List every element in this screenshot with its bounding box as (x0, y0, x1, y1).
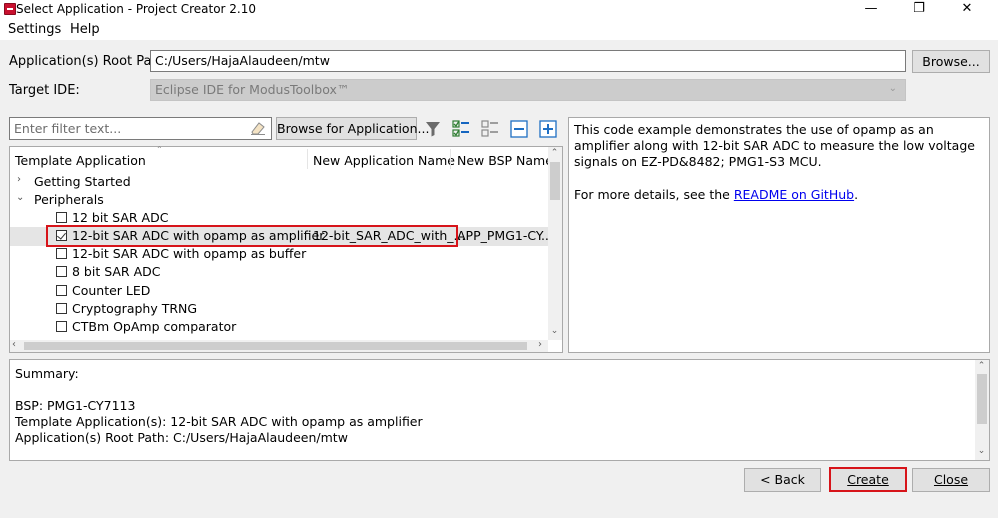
deselect-all-icon[interactable] (480, 119, 500, 139)
app-icon (4, 3, 16, 15)
checkbox[interactable] (56, 303, 67, 314)
menu-settings[interactable]: Settings (8, 22, 61, 37)
close-window-button[interactable]: ✕ (944, 0, 990, 20)
expand-all-icon[interactable] (538, 119, 558, 139)
filter-placeholder: Enter filter text... (14, 121, 122, 136)
browse-button[interactable]: Browse... (912, 50, 990, 73)
description-more: For more details, see the README on GitH… (574, 187, 858, 203)
scroll-down-icon[interactable]: ⌄ (973, 446, 990, 456)
summary-template: Template Application(s): 12-bit SAR ADC … (15, 414, 423, 429)
sort-indicator-icon: ⌃ (156, 145, 163, 154)
checkbox[interactable] (56, 321, 67, 332)
chevron-right-icon[interactable]: › (17, 174, 21, 185)
menu-help[interactable]: Help (70, 22, 100, 37)
description-more-prefix: For more details, see the (574, 187, 734, 202)
minimize-button[interactable]: — (848, 0, 894, 20)
tree-item-label[interactable]: 12 bit SAR ADC (72, 210, 168, 225)
tree-group-getting-started[interactable]: Getting Started (34, 174, 131, 189)
summary-bsp: BSP: PMG1-CY7113 (15, 398, 136, 413)
scrollbar-thumb[interactable] (24, 342, 527, 350)
checkbox[interactable] (56, 248, 67, 259)
highlight-box (46, 225, 458, 247)
checkbox[interactable] (56, 285, 67, 296)
target-ide-select[interactable]: Eclipse IDE for ModusToolbox™ ⌄ (150, 79, 906, 101)
column-separator (307, 149, 308, 169)
scroll-right-icon[interactable]: › (538, 339, 542, 350)
new-bsp-name-cell[interactable]: APP_PMG1-CY... (457, 228, 553, 243)
scroll-left-icon[interactable]: ‹ (12, 339, 16, 350)
summary-root-path: Application(s) Root Path: C:/Users/HajaA… (15, 430, 348, 445)
column-separator (450, 149, 451, 169)
select-all-icon[interactable] (451, 119, 471, 139)
eraser-icon[interactable] (249, 120, 267, 136)
tree-item-label[interactable]: 8 bit SAR ADC (72, 264, 161, 279)
chevron-down-icon: ⌄ (888, 83, 897, 94)
collapse-all-icon[interactable] (509, 119, 529, 139)
readme-link[interactable]: README on GitHub (734, 187, 854, 202)
chevron-down-icon[interactable]: ⌄ (16, 192, 24, 203)
root-path-input[interactable]: C:/Users/HajaAlaudeen/mtw (150, 50, 906, 72)
column-new-application-name[interactable]: New Application Name (313, 153, 455, 168)
tree-item-label[interactable]: Counter LED (72, 283, 150, 298)
checkbox[interactable] (56, 212, 67, 223)
back-button[interactable]: < Back (744, 468, 821, 492)
window-title: Select Application - Project Creator 2.1… (16, 2, 257, 16)
tree-item-label[interactable]: Cryptography TRNG (72, 301, 197, 316)
description-more-suffix: . (854, 187, 859, 202)
filter-input[interactable]: Enter filter text... (9, 117, 272, 140)
column-new-bsp-name[interactable]: New BSP Name (457, 153, 553, 168)
checkbox[interactable] (56, 266, 67, 277)
restore-button[interactable]: ❐ (896, 0, 942, 20)
create-button[interactable]: Create (829, 467, 907, 492)
tree-item-label[interactable]: 12-bit SAR ADC with opamp as buffer (72, 246, 306, 261)
scroll-up-icon[interactable]: ⌃ (546, 148, 563, 158)
scrollbar-thumb[interactable] (550, 162, 560, 200)
tree-group-peripherals[interactable]: Peripherals (34, 192, 104, 207)
menu-bar (0, 20, 998, 40)
target-ide-label: Target IDE: (9, 83, 80, 98)
root-path-label: Application(s) Root Path: (9, 54, 170, 69)
scroll-up-icon[interactable]: ⌃ (973, 361, 990, 371)
scrollbar-thumb[interactable] (977, 374, 987, 424)
filter-icon[interactable] (423, 119, 443, 139)
column-template-application[interactable]: Template Application (15, 153, 146, 168)
browse-for-application-button[interactable]: Browse for Application... (276, 117, 429, 140)
close-button[interactable]: Close (912, 468, 990, 492)
target-ide-value: Eclipse IDE for ModusToolbox™ (155, 82, 350, 97)
tree-item-label[interactable]: CTBm OpAmp comparator (72, 319, 236, 334)
summary-title: Summary: (15, 366, 79, 381)
description-text: This code example demonstrates the use o… (574, 122, 975, 169)
scroll-down-icon[interactable]: ⌄ (546, 326, 563, 336)
